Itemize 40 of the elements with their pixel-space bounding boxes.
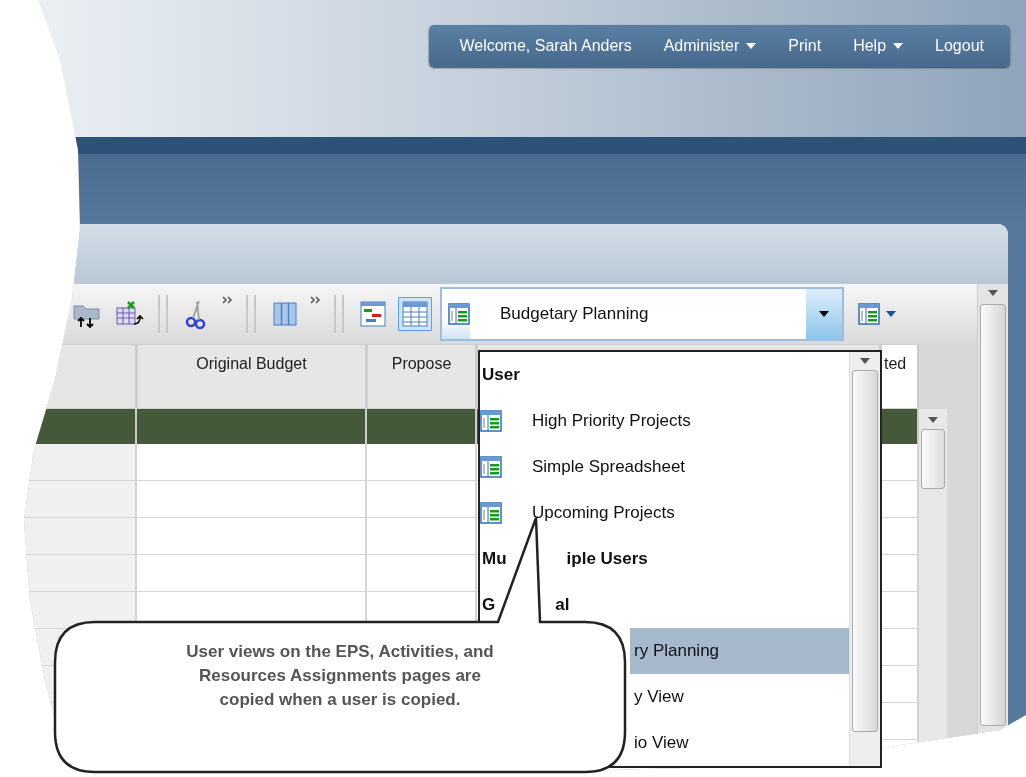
welcome-text: Welcome, Sarah Anders — [459, 37, 632, 55]
chevron-icon[interactable] — [310, 296, 322, 304]
scrollbar[interactable] — [849, 352, 880, 766]
view-option[interactable]: Simple Spreadsheet — [480, 444, 849, 490]
group-heading: al — [555, 595, 570, 615]
view-option[interactable]: High Priority Projects — [480, 398, 849, 444]
nav-link[interactable]: Logout — [935, 37, 984, 55]
nav-menu[interactable]: Help — [853, 37, 904, 55]
toolbar-grip[interactable] — [158, 295, 168, 333]
callout-text: User views on the EPS, Activities, and Resources Assignments pages are copied when a user is copied. — [185, 641, 495, 711]
group-heading: G — [482, 595, 496, 615]
caret-icon — [819, 311, 829, 317]
caret-icon — [746, 43, 757, 49]
view-option[interactable]: io View — [630, 720, 849, 766]
toolbar-grip[interactable] — [246, 295, 256, 333]
view-option[interactable]: y View — [630, 674, 849, 720]
nav-link[interactable]: Print — [788, 37, 822, 55]
caret-icon — [860, 358, 870, 364]
view-option[interactable]: ry Planning — [630, 628, 849, 674]
toolbar-grip[interactable] — [334, 295, 344, 333]
caret-icon — [886, 311, 896, 317]
caret-icon — [928, 417, 938, 423]
column-header[interactable]: Original Budget — [137, 344, 367, 409]
column-header[interactable]: Propose — [367, 344, 477, 409]
chevron-icon[interactable] — [222, 296, 234, 304]
view-icon — [858, 303, 880, 325]
group-heading: User — [482, 365, 520, 385]
caret-icon — [893, 43, 904, 49]
view-selector[interactable]: Budgetary Planning — [440, 287, 844, 341]
nav-menu[interactable]: Administer — [663, 37, 757, 55]
view-option[interactable]: Upcoming Projects — [480, 490, 849, 536]
table-view-button[interactable] — [398, 297, 432, 331]
table-cell — [881, 409, 919, 444]
view-menu-button[interactable] — [858, 303, 896, 325]
column-header[interactable]: ted — [881, 344, 919, 409]
scrollbar-thumb[interactable] — [921, 429, 945, 489]
caret-icon — [988, 290, 998, 296]
group-heading: Mu — [482, 549, 507, 569]
view-icon — [448, 303, 470, 325]
group-heading: iple Users — [566, 549, 648, 569]
